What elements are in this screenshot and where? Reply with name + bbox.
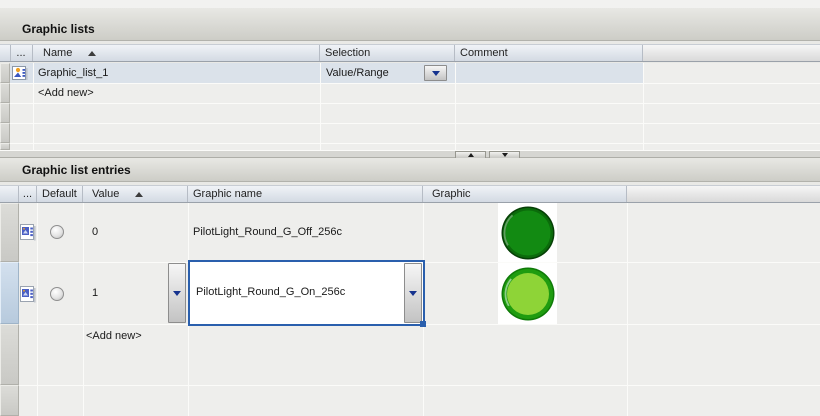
add-new-graphic-list-cell[interactable]: <Add new> [38,83,94,103]
arrow-up-icon [467,153,474,157]
sort-ascending-icon [88,50,97,56]
graphic-preview-cell[interactable] [498,263,557,324]
selection-value-cell[interactable]: Value/Range [326,63,389,83]
header-gutter [0,186,19,202]
graphic-lists-section-header: Graphic lists [0,8,820,41]
arrow-down-icon [501,153,508,157]
pilot-light-green-off-image [501,206,554,259]
value-cell[interactable]: 1 [92,262,98,324]
graphic-name-cell[interactable]: PilotLight_Round_G_Off_256c [193,203,342,262]
column-header-graphic[interactable]: Graphic [423,186,627,202]
default-radio[interactable] [50,287,64,301]
pane-splitter[interactable] [0,150,820,159]
entries-header-row: ... Default Value Graphic name Graphic [0,185,820,203]
column-header-selection[interactable]: Selection [320,45,455,61]
chevron-down-icon [431,70,440,76]
chevron-down-icon [409,290,417,296]
header-filler [643,45,820,61]
graphic-preview-cell[interactable] [498,203,557,262]
graphic-list-entries-section-header: Graphic list entries [0,158,820,182]
sort-ascending-icon [135,191,144,197]
chevron-down-icon [173,290,181,296]
graphic-list-icon [12,66,28,80]
row-selector[interactable] [0,63,10,83]
cell-resize-handle[interactable] [420,321,426,327]
column-header-graphic-name[interactable]: Graphic name [188,186,423,202]
value-dropdown-button[interactable] [168,263,186,323]
graphic-entry-icon [20,224,36,241]
column-header-comment[interactable]: Comment [455,45,643,61]
entries-table-body: 0 PilotLight_Round_G_Off_256c 1 PilotLig… [0,203,820,416]
column-header-dots[interactable]: ... [10,45,33,61]
graphic-entry-icon [20,286,36,303]
graphic-name-dropdown-button[interactable] [404,263,422,323]
graphic-lists-table-body: Graphic_list_1 Value/Range <Add new> [0,63,820,150]
graphic-name-input[interactable] [194,264,386,320]
row-selector[interactable] [0,203,19,262]
row-selector[interactable] [0,123,10,143]
row-selector[interactable] [0,83,10,103]
add-new-entry-cell[interactable]: <Add new> [86,330,142,342]
row-selector-selected[interactable] [0,262,19,324]
pilot-light-green-on-image [501,267,554,320]
top-strip [0,0,820,8]
value-cell[interactable]: 0 [92,203,98,262]
selection-dropdown-button[interactable] [424,65,447,81]
row-selector[interactable] [0,103,10,123]
column-header-value[interactable]: Value [83,186,188,202]
graphic-lists-header-row: ... Name Selection Comment [0,44,820,62]
column-header-name[interactable]: Name [33,45,320,61]
row-selector[interactable] [0,143,10,150]
graphic-name-combobox [188,260,425,326]
header-filler [627,186,820,202]
row-selector[interactable] [0,385,19,416]
graphic-list-entries-title: Graphic list entries [22,163,131,177]
graphic-lists-title: Graphic lists [22,22,95,36]
graphic-list-name-cell[interactable]: Graphic_list_1 [38,63,108,83]
row-selector[interactable] [0,324,19,385]
column-header-dots[interactable]: ... [19,186,37,202]
column-header-default[interactable]: Default [37,186,83,202]
default-radio[interactable] [50,225,64,239]
